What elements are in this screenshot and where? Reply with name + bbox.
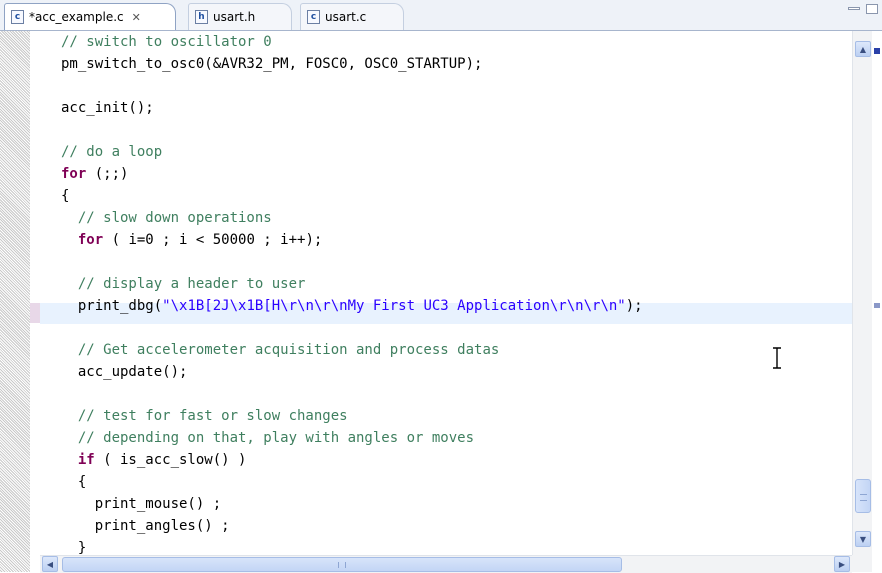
- scroll-up-button[interactable]: ▲: [855, 41, 871, 57]
- vertical-ruler: [0, 31, 30, 572]
- code-comment: // Get accelerometer acquisition and pro…: [77, 342, 500, 358]
- code-text: ( is_acc_slow() ): [94, 452, 247, 468]
- code-comment: // test for fast or slow changes: [77, 408, 348, 424]
- code-line: // test for fast or slow changes: [61, 405, 348, 427]
- scrollbar-corner: [852, 555, 872, 572]
- scroll-right-button[interactable]: ▶: [834, 556, 850, 572]
- code-comment: // depending on that, play with angles o…: [77, 430, 475, 446]
- horizontal-scroll-thumb[interactable]: [62, 557, 622, 572]
- code-line: print_dbg("\x1B[2J\x1B[H\r\n\r\nMy First…: [61, 295, 643, 317]
- maximize-icon[interactable]: [866, 4, 878, 14]
- code-line: {: [61, 471, 86, 493]
- scroll-left-button[interactable]: ◀: [42, 556, 58, 572]
- code-text: print_dbg(: [61, 298, 163, 314]
- vertical-scroll-thumb[interactable]: [855, 479, 871, 513]
- code-line: // display a header to user: [61, 273, 306, 295]
- code-text: ( i=0 ; i < 50000 ; i++);: [103, 232, 323, 248]
- overview-ruler: [872, 31, 882, 572]
- code-comment: // display a header to user: [77, 276, 306, 292]
- code-text: {: [61, 474, 87, 490]
- code-text: );: [625, 298, 643, 314]
- tab-usart-c[interactable]: c usart.c: [300, 3, 404, 30]
- code-text: print_mouse() ;: [61, 496, 222, 512]
- text-cursor-icon: [773, 347, 781, 369]
- horizontal-scrollbar[interactable]: ◀ ▶: [40, 555, 852, 573]
- code-line: for ( i=0 ; i < 50000 ; i++);: [61, 229, 322, 251]
- code-comment: // switch to oscillator 0: [61, 34, 272, 50]
- scroll-down-button[interactable]: ▼: [855, 531, 871, 547]
- tab-label: *acc_example.c: [29, 10, 124, 24]
- code-line: pm_switch_to_osc0(&AVR32_PM, FOSC0, OSC0…: [61, 53, 482, 75]
- code-text: print_angles() ;: [61, 518, 230, 534]
- code-line: // do a loop: [61, 141, 162, 163]
- overview-marker[interactable]: [874, 48, 880, 54]
- tab-usart-h[interactable]: h usart.h: [188, 3, 292, 30]
- code-keyword: if: [77, 452, 95, 468]
- c-source-file-icon: c: [11, 10, 24, 24]
- vertical-scrollbar[interactable]: ▲ ▼: [852, 31, 873, 555]
- code-text: {: [61, 188, 70, 204]
- minimize-icon[interactable]: [848, 7, 860, 10]
- code-string: "\x1B[2J\x1B[H\r\n\r\nMy First UC3 Appli…: [162, 298, 626, 314]
- code-editor[interactable]: // switch to oscillator 0 pm_switch_to_os…: [40, 31, 852, 555]
- code-text: }: [61, 540, 87, 555]
- code-keyword: for: [77, 232, 104, 248]
- code-text: pm_switch_to_osc0(&AVR32_PM, FOSC0, OSC0…: [61, 56, 483, 72]
- code-line: }: [61, 537, 86, 555]
- code-line: if ( is_acc_slow() ): [61, 449, 247, 471]
- code-text: acc_update();: [61, 364, 188, 380]
- code-line: acc_init();: [61, 97, 154, 119]
- h-header-file-icon: h: [195, 10, 208, 24]
- code-line: print_angles() ;: [61, 515, 230, 537]
- code-keyword: for: [61, 166, 87, 182]
- tab-label: usart.c: [325, 10, 367, 24]
- tab-acc-example-c[interactable]: c *acc_example.c ✕: [4, 3, 176, 30]
- code-line: print_mouse() ;: [61, 493, 221, 515]
- window-controls: [848, 4, 878, 14]
- code-line: for (;;): [61, 163, 128, 185]
- overview-marker[interactable]: [874, 303, 880, 308]
- code-line: // depending on that, play with angles o…: [61, 427, 474, 449]
- code-text: (;;): [86, 166, 129, 182]
- annotation-ruler: [30, 31, 40, 555]
- code-text: acc_init();: [61, 100, 154, 116]
- c-source-file-icon: c: [307, 10, 320, 24]
- current-line-marker: [30, 303, 40, 323]
- tab-label: usart.h: [213, 10, 256, 24]
- code-comment: // do a loop: [61, 144, 163, 160]
- code-line: // slow down operations: [61, 207, 272, 229]
- code-line: {: [61, 185, 69, 207]
- code-line: acc_update();: [61, 361, 188, 383]
- editor-tab-bar: c *acc_example.c ✕ h usart.h c usart.c: [0, 0, 882, 31]
- code-line: // switch to oscillator 0: [61, 31, 272, 53]
- code-line: // Get accelerometer acquisition and pro…: [61, 339, 499, 361]
- code-comment: // slow down operations: [77, 210, 272, 226]
- close-tab-icon[interactable]: ✕: [132, 11, 141, 24]
